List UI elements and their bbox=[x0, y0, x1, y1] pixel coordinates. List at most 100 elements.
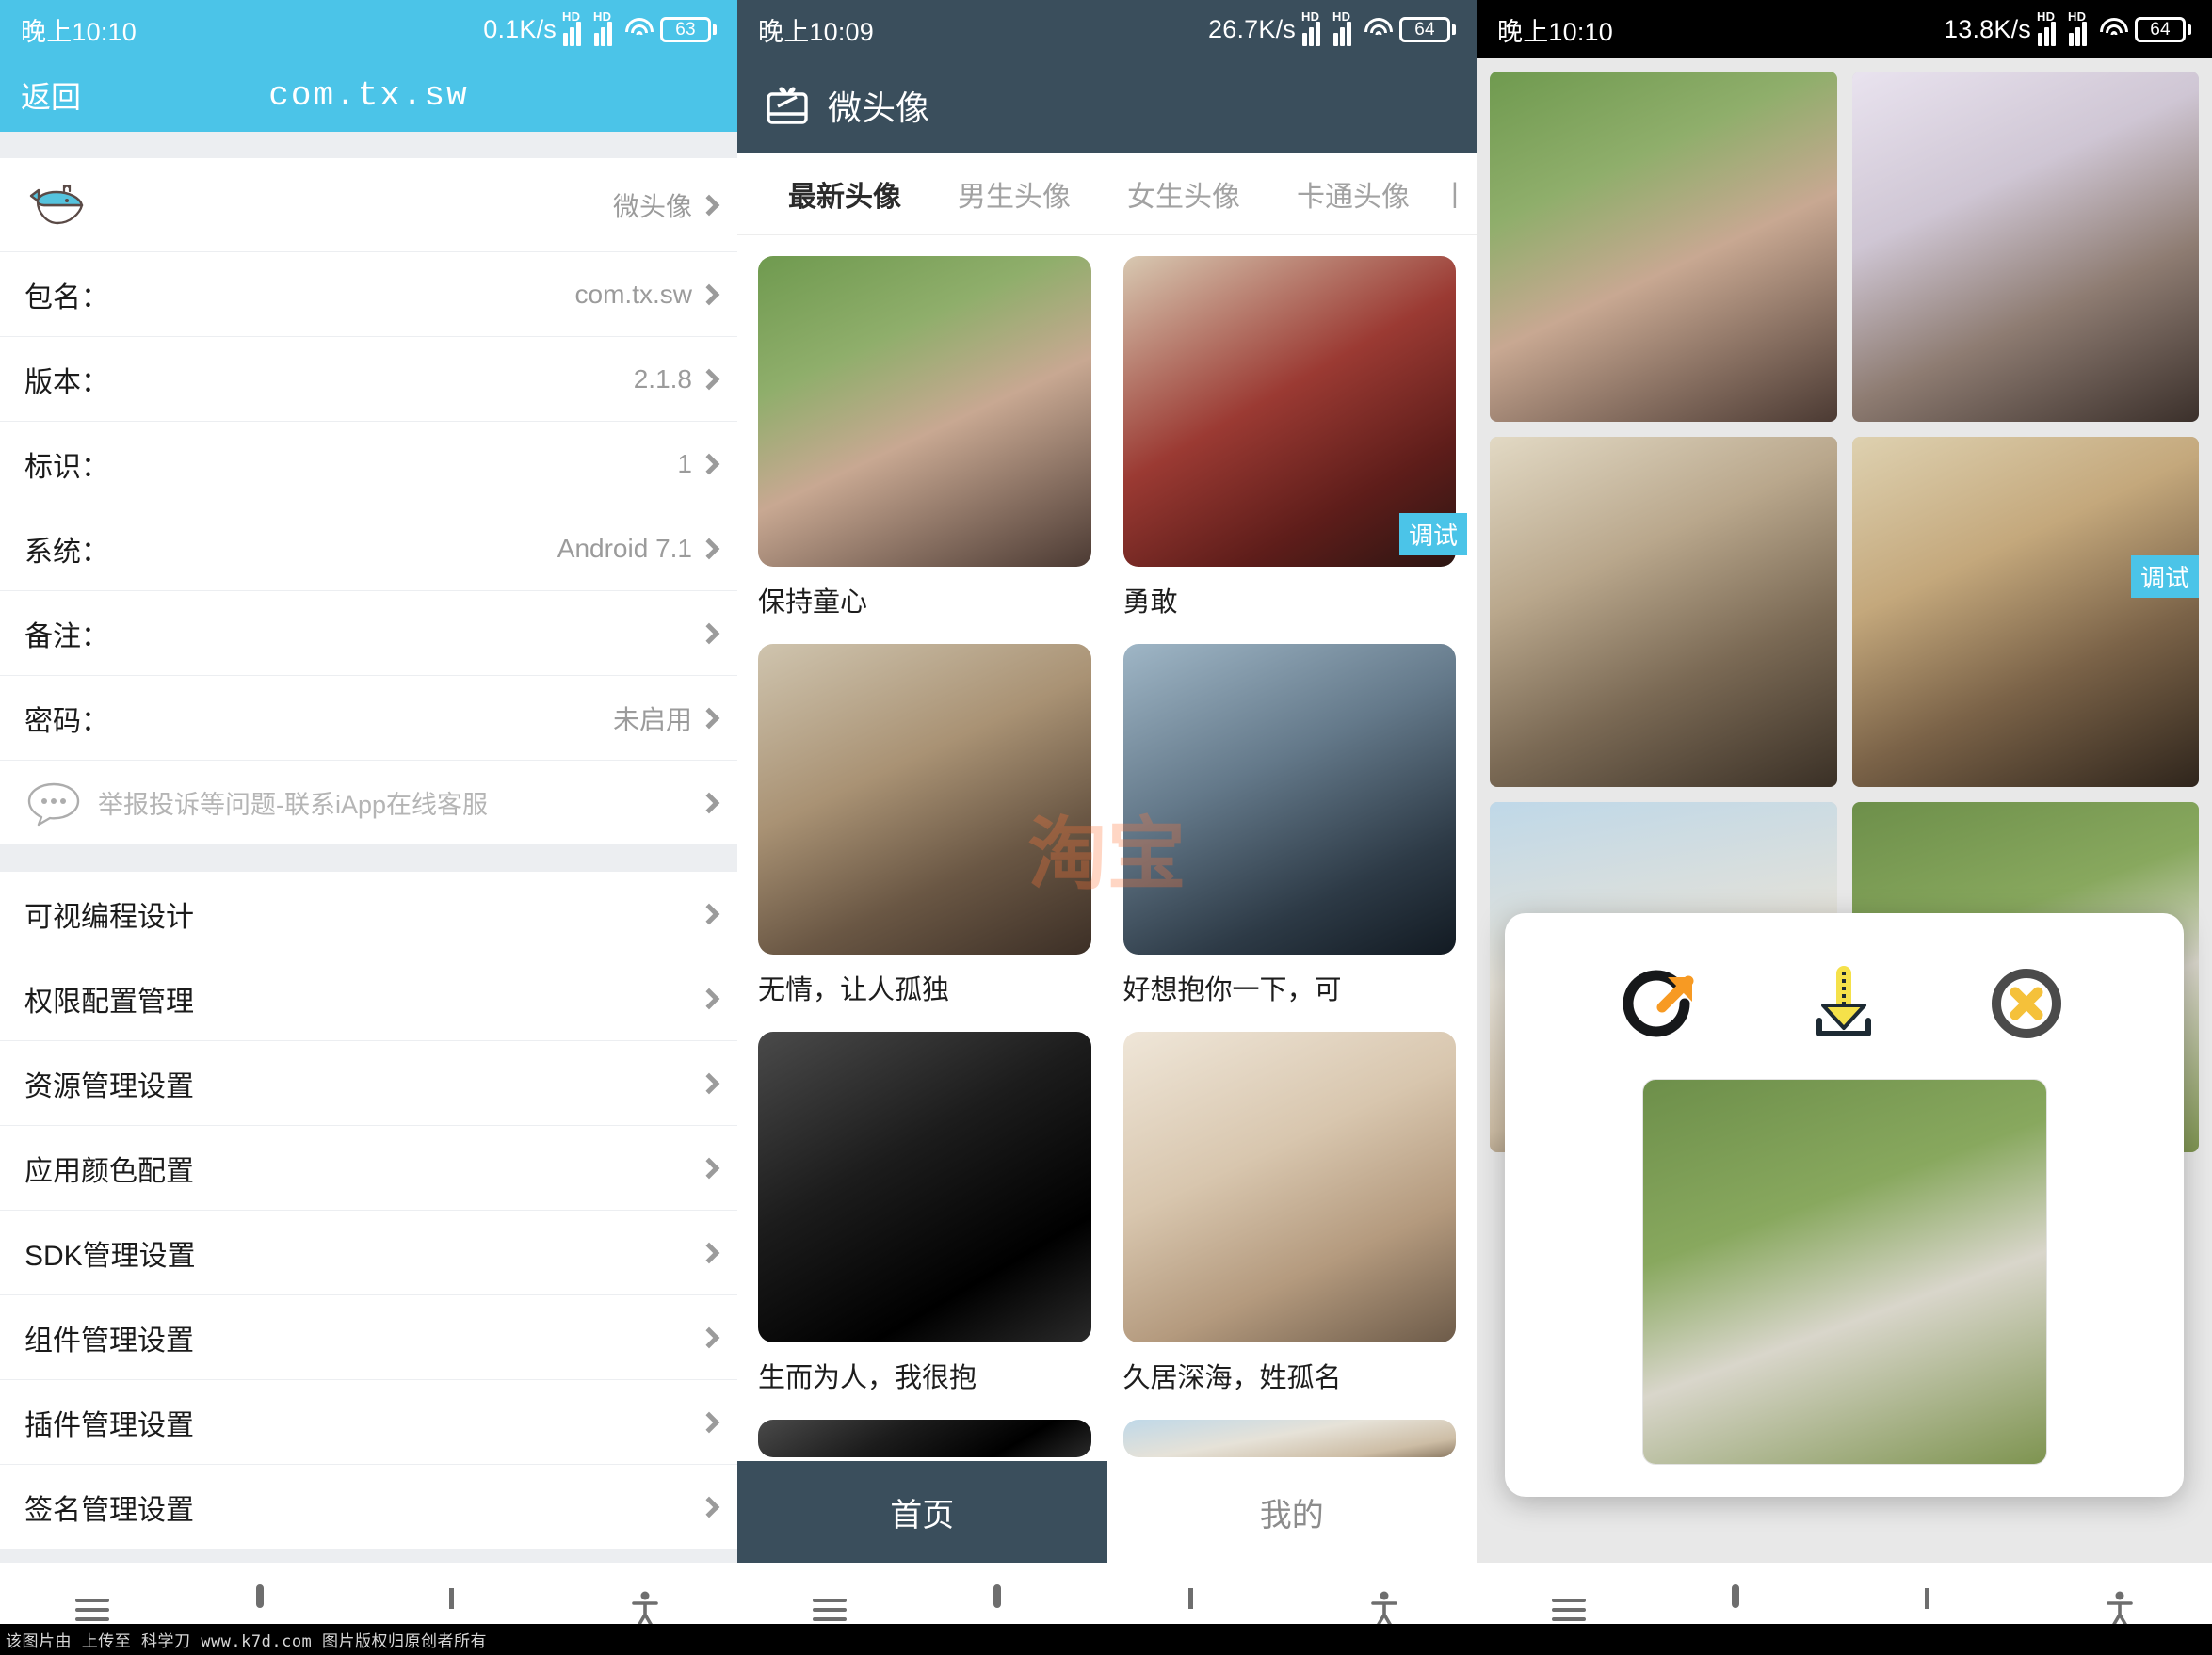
battery-level: 64 bbox=[1399, 16, 1450, 42]
row-remark[interactable]: 备注： bbox=[0, 591, 737, 676]
avatar-card[interactable]: 无情，让人孤独 bbox=[758, 644, 1091, 1011]
debug-badge[interactable]: 调试 bbox=[2130, 555, 2199, 598]
close-circle-icon[interactable] bbox=[1976, 953, 2077, 1054]
menu-label: 签名管理设置 bbox=[24, 1494, 194, 1526]
avatar-card-partial[interactable] bbox=[758, 1420, 1091, 1461]
avatar-card-partial[interactable] bbox=[1122, 1420, 1456, 1461]
network-speed: 13.8K/s bbox=[1944, 14, 2031, 43]
image-preview[interactable] bbox=[1641, 1079, 2047, 1465]
tab-male-avatars[interactable]: 男生头像 bbox=[929, 173, 1099, 215]
avatar-caption: 保持童心 bbox=[758, 587, 868, 618]
row-value: com.tx.sw bbox=[574, 279, 692, 309]
avatar-thumbnail[interactable] bbox=[758, 256, 1091, 567]
signal-bars-1-icon: HD bbox=[2037, 10, 2062, 46]
tab-overflow-indicator[interactable]: | bbox=[1438, 178, 1459, 210]
row-password[interactable]: 密码： 未启用 bbox=[0, 676, 737, 761]
photo-cell[interactable]: 调试 bbox=[1851, 437, 2199, 787]
bottom-nav-mine[interactable]: 我的 bbox=[1106, 1461, 1477, 1563]
avatar-thumbnail[interactable] bbox=[1122, 644, 1456, 955]
row-identifier[interactable]: 标识： 1 bbox=[0, 422, 737, 506]
category-tabs: 最新头像 男生头像 女生头像 卡通头像 | bbox=[737, 153, 1477, 235]
avatar-thumbnail[interactable] bbox=[758, 1032, 1091, 1342]
photo-cell[interactable] bbox=[1851, 72, 2199, 422]
row-system[interactable]: 系统： Android 7.1 bbox=[0, 506, 737, 591]
row-label: 系统： bbox=[24, 536, 109, 568]
row-package-name[interactable]: 包名： com.tx.sw bbox=[0, 252, 737, 337]
menu-item-signature[interactable]: 签名管理设置 bbox=[0, 1465, 737, 1550]
row-label: 密码： bbox=[24, 705, 109, 737]
menu-label: 可视编程设计 bbox=[24, 901, 194, 933]
avatar-card[interactable]: 生而为人，我很抱 bbox=[758, 1032, 1091, 1399]
left-phone-panel: 晚上10:10 0.1K/s HD HD 63 返回 com.tx.sw 微头像… bbox=[0, 0, 737, 1655]
battery-icon: 64 bbox=[1399, 16, 1456, 42]
dialog-action-row bbox=[1533, 941, 2155, 1079]
battery-level: 63 bbox=[660, 16, 711, 42]
network-speed: 26.7K/s bbox=[1208, 14, 1296, 43]
avatar-caption: 勇敢 bbox=[1122, 587, 1178, 618]
avatar-thumbnail[interactable] bbox=[758, 1420, 1091, 1457]
avatar-caption: 久居深海，姓孤名 bbox=[1122, 1363, 1342, 1393]
debug-badge[interactable]: 调试 bbox=[1398, 513, 1467, 555]
middle-phone-panel: 晚上10:09 26.7K/s HD HD 64 微头像 最新头像 男生头像 女… bbox=[737, 0, 1477, 1655]
battery-level: 64 bbox=[2135, 16, 2186, 42]
row-value: Android 7.1 bbox=[557, 533, 692, 563]
support-text: 举报投诉等问题-联系iApp在线客服 bbox=[98, 791, 489, 819]
bottom-nav-home[interactable]: 首页 bbox=[737, 1461, 1107, 1563]
circular-arrow-icon[interactable] bbox=[1611, 953, 1713, 1054]
middle-status-bar: 晚上10:09 26.7K/s HD HD 64 bbox=[737, 0, 1477, 58]
tab-female-avatars[interactable]: 女生头像 bbox=[1099, 173, 1268, 215]
three-phone-screenshots: 晚上10:10 0.1K/s HD HD 63 返回 com.tx.sw 微头像… bbox=[0, 0, 2212, 1655]
chevron-right-icon bbox=[698, 1072, 720, 1094]
chevron-right-icon bbox=[698, 1496, 720, 1518]
menu-item-permissions[interactable]: 权限配置管理 bbox=[0, 956, 737, 1041]
app-title: 微头像 bbox=[828, 88, 930, 127]
signal-bars-2-icon: HD bbox=[2068, 10, 2093, 46]
left-title-bar: 返回 com.tx.sw bbox=[0, 58, 737, 132]
chevron-right-icon bbox=[698, 1411, 720, 1433]
row-label: 备注： bbox=[24, 620, 109, 652]
menu-item-plugins[interactable]: 插件管理设置 bbox=[0, 1380, 737, 1465]
app-identity-row[interactable]: 微头像 bbox=[0, 158, 737, 252]
row-version[interactable]: 版本： 2.1.8 bbox=[0, 337, 737, 422]
section-gap-middle bbox=[0, 845, 737, 872]
row-label: 包名： bbox=[24, 281, 109, 313]
avatar-caption: 生而为人，我很抱 bbox=[758, 1363, 977, 1393]
download-icon[interactable] bbox=[1793, 953, 1895, 1054]
signal-bars-1-icon: HD bbox=[562, 10, 588, 46]
gift-box-icon bbox=[767, 87, 808, 124]
menu-label: 插件管理设置 bbox=[24, 1409, 194, 1441]
battery-icon: 63 bbox=[660, 16, 717, 42]
photo-cell[interactable] bbox=[1490, 72, 1837, 422]
menu-item-visual-programming[interactable]: 可视编程设计 bbox=[0, 872, 737, 956]
avatar-card[interactable]: 保持童心 bbox=[758, 256, 1091, 623]
menu-label: 组件管理设置 bbox=[24, 1325, 194, 1357]
chevron-right-icon bbox=[698, 988, 720, 1009]
avatar-thumbnail[interactable] bbox=[1122, 1420, 1456, 1457]
avatar-card[interactable]: 调试 勇敢 bbox=[1122, 256, 1467, 623]
network-speed: 0.1K/s bbox=[483, 14, 557, 43]
bottom-nav-label: 首页 bbox=[890, 1497, 955, 1534]
left-status-bar: 晚上10:10 0.1K/s HD HD 63 bbox=[0, 0, 737, 58]
avatar-card[interactable]: 久居深海，姓孤名 bbox=[1122, 1032, 1456, 1399]
signal-bars-1-icon: HD bbox=[1301, 10, 1327, 46]
signal-bars-2-icon: HD bbox=[593, 10, 619, 46]
wifi-icon bbox=[625, 18, 654, 40]
avatar-card[interactable]: 好想抱你一下，可 bbox=[1122, 644, 1456, 1011]
row-customer-support[interactable]: 举报投诉等问题-联系iApp在线客服 bbox=[0, 761, 737, 845]
avatar-grid: 保持童心 调试 勇敢 无情，让人孤独 好想抱你一下，可 生而为人，我很抱 久居深… bbox=[737, 235, 1477, 1461]
section-gap-top bbox=[0, 132, 737, 158]
tab-cartoon-avatars[interactable]: 卡通头像 bbox=[1268, 173, 1438, 215]
menu-item-app-colors[interactable]: 应用颜色配置 bbox=[0, 1126, 737, 1211]
photo-cell[interactable] bbox=[1490, 437, 1837, 787]
row-label: 标识： bbox=[24, 451, 109, 483]
chevron-right-icon bbox=[698, 1242, 720, 1263]
avatar-thumbnail[interactable] bbox=[758, 644, 1091, 955]
menu-item-sdk[interactable]: SDK管理设置 bbox=[0, 1211, 737, 1295]
wifi-icon bbox=[1364, 18, 1393, 40]
avatar-thumbnail[interactable] bbox=[1122, 1032, 1456, 1342]
tab-latest-avatars[interactable]: 最新头像 bbox=[760, 173, 929, 215]
chevron-right-icon bbox=[698, 1157, 720, 1179]
status-time: 晚上10:10 bbox=[1497, 17, 1613, 46]
menu-item-resources[interactable]: 资源管理设置 bbox=[0, 1041, 737, 1126]
menu-item-components[interactable]: 组件管理设置 bbox=[0, 1295, 737, 1380]
